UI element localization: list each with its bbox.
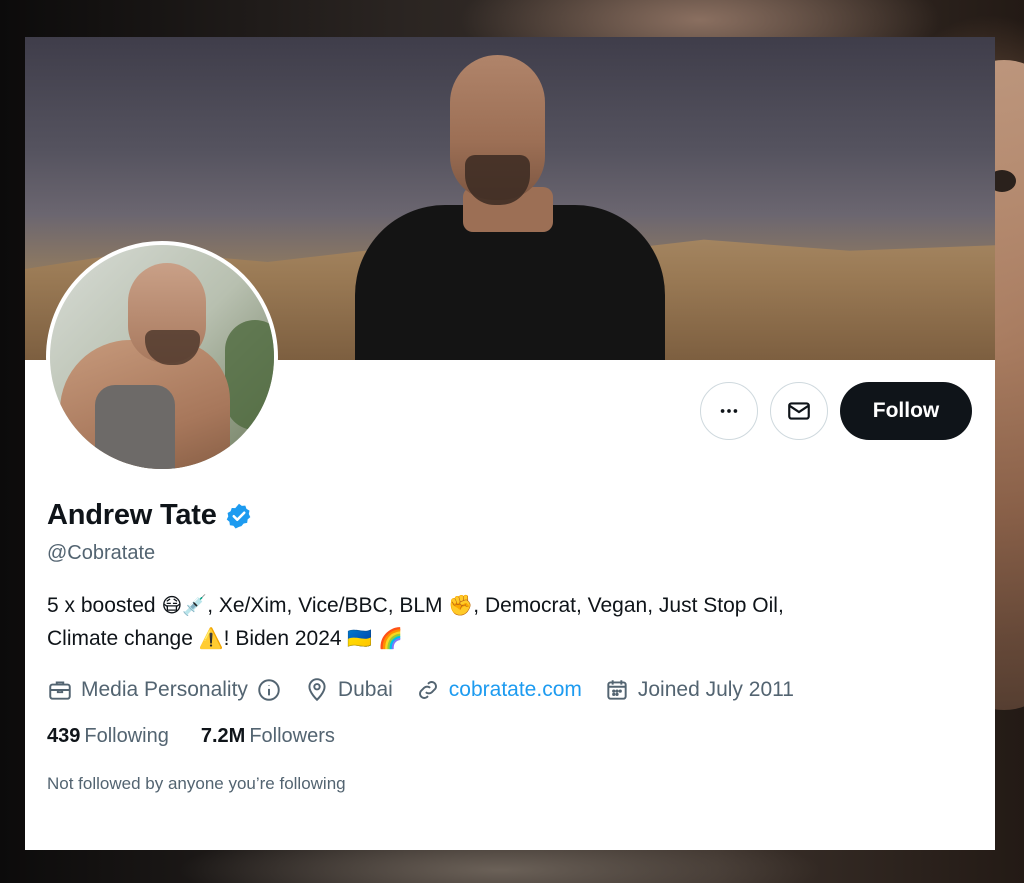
fist-emoji-icon: ✊	[448, 593, 474, 617]
profile-bio: 5 x boosted 😷💉, Xe/Xim, Vice/BBC, BLM ✊,…	[47, 593, 784, 650]
followers-count: 7.2M	[200, 725, 246, 747]
profile-stats: 439 Following 7.2M Followers	[47, 725, 973, 748]
avatar[interactable]	[46, 241, 278, 473]
mutual-followers-note: Not followed by anyone you’re following	[47, 774, 346, 793]
envelope-icon	[788, 401, 810, 420]
syringe-emoji-icon: 💉	[182, 593, 208, 617]
profile-card: Follow Andrew Tate @Cobratate 5 x booste…	[25, 37, 995, 850]
more-button[interactable]	[700, 381, 758, 440]
meta-category: Media Personality	[47, 677, 282, 703]
following-count: 439	[47, 725, 81, 747]
ukraine-flag-emoji-icon: 🇺🇦	[347, 626, 373, 650]
followers-stat[interactable]: 7.2M Followers	[201, 725, 335, 748]
name-row: Andrew Tate	[47, 499, 973, 532]
mask-emoji-icon: 😷	[161, 593, 183, 617]
following-label: Following	[84, 725, 169, 747]
follow-button[interactable]: Follow	[840, 381, 972, 440]
meta-location: Dubai	[304, 677, 393, 703]
rainbow-emoji-icon: 🌈	[378, 626, 404, 650]
meta-website: cobratate.com	[415, 677, 582, 703]
calendar-icon	[607, 680, 627, 700]
display-name: Andrew Tate	[47, 499, 217, 531]
profile-actions: Follow	[700, 381, 972, 440]
briefcase-icon	[49, 681, 71, 700]
website-link[interactable]: cobratate.com	[449, 678, 582, 702]
profile-meta: Media Personality Dubai cobratate.com Jo…	[47, 677, 973, 703]
profile-info: Andrew Tate @Cobratate 5 x boosted 😷💉, X…	[47, 499, 973, 794]
meta-joined: Joined July 2011	[604, 677, 794, 703]
link-icon	[418, 681, 437, 699]
more-horizontal-icon	[720, 408, 738, 413]
message-button[interactable]	[770, 381, 828, 440]
location-pin-icon	[308, 678, 326, 702]
followers-label: Followers	[249, 725, 335, 747]
following-stat[interactable]: 439 Following	[47, 725, 169, 748]
verified-badge-icon[interactable]	[225, 502, 253, 530]
warning-emoji-icon: ⚠️	[198, 626, 224, 650]
info-icon[interactable]	[256, 677, 282, 703]
user-handle: @Cobratate	[47, 542, 156, 564]
